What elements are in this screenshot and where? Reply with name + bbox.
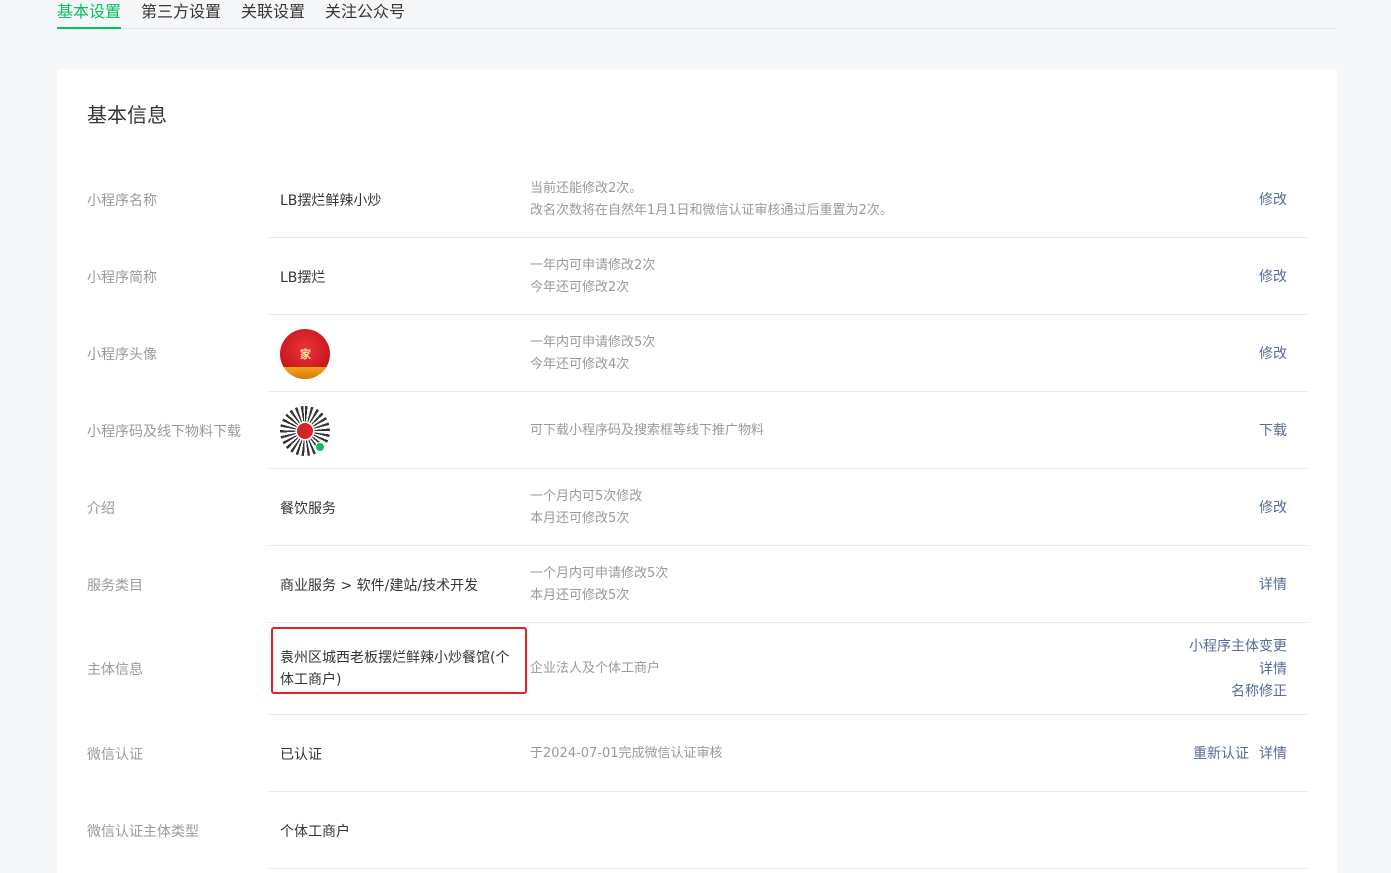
row-label: 微信认证 — [87, 746, 143, 763]
row-value: LB摆烂鲜辣小炒 — [280, 192, 382, 209]
desc-line-1: 可下载小程序码及搜索框等线下推广物料 — [530, 422, 765, 438]
row-entity-info: 主体信息 袁州区城西老板摆烂鲜辣小炒餐馆(个体工商户) 企业法人及个体工商户 小… — [57, 623, 1337, 715]
qr-center-logo — [297, 422, 313, 439]
tab-third-party-settings[interactable]: 第三方设置 — [141, 0, 221, 29]
mini-program-code-icon — [280, 405, 330, 456]
row-verification-entity-type: 微信认证主体类型 个体工商户 — [57, 792, 1337, 869]
tab-linked-settings[interactable]: 关联设置 — [241, 0, 305, 29]
row-qr-code: 小程序码及线下物料下载 可下载小程序码及搜索框等线下推广物料 下载 — [57, 392, 1337, 469]
desc-line-1: 当前还能修改2次。 — [530, 180, 643, 196]
modify-name-link[interactable]: 修改 — [1259, 188, 1287, 211]
modify-avatar-link[interactable]: 修改 — [1259, 342, 1287, 365]
row-description: 一年内可申请修改2次 今年还可修改2次 — [530, 255, 655, 299]
desc-line-1: 企业法人及个体工商户 — [530, 661, 661, 676]
entity-details-link[interactable]: 详情 — [1189, 658, 1287, 681]
desc-line-1: 一年内可申请修改2次 — [530, 257, 656, 273]
tab-follow-official-account[interactable]: 关注公众号 — [325, 0, 405, 29]
row-value: 已认证 — [280, 746, 322, 763]
row-value: LB摆烂 — [280, 269, 326, 286]
row-actions: 下载 — [1259, 419, 1287, 442]
row-value: 餐饮服务 — [280, 500, 336, 517]
row-service-category: 服务类目 商业服务 > 软件/建站/技术开发 一个月内可申请修改5次 本月还可修… — [57, 546, 1337, 623]
row-label: 介绍 — [87, 500, 115, 517]
row-description: 企业法人及个体工商户 — [530, 658, 660, 680]
row-value: 商业服务 > 软件/建站/技术开发 — [280, 577, 479, 594]
name-correction-link[interactable]: 名称修正 — [1189, 680, 1287, 703]
desc-line-2: 今年还可修改2次 — [530, 279, 630, 295]
row-label: 微信认证主体类型 — [87, 823, 199, 840]
reverify-link[interactable]: 重新认证 — [1193, 742, 1249, 765]
desc-line-2: 改名次数将在自然年1月1日和微信认证审核通过后重置为2次。 — [530, 202, 893, 218]
row-label: 主体信息 — [87, 662, 143, 678]
top-tabs: 基本设置 第三方设置 关联设置 关注公众号 — [57, 0, 1337, 29]
row-actions: 修改 — [1259, 342, 1287, 365]
row-description: 当前还能修改2次。 改名次数将在自然年1月1日和微信认证审核通过后重置为2次。 — [530, 178, 893, 222]
row-description: 可下载小程序码及搜索框等线下推广物料 — [530, 420, 764, 442]
row-actions: 修改 — [1259, 265, 1287, 288]
entity-name: 袁州区城西老板摆烂鲜辣小炒餐馆(个体工商户) — [280, 650, 510, 688]
row-avatar: 小程序头像 家 一年内可申请修改5次 今年还可修改4次 修改 — [57, 315, 1337, 392]
modify-short-name-link[interactable]: 修改 — [1259, 265, 1287, 288]
row-description: 于2024-07-01完成微信认证审核 — [530, 743, 723, 765]
card-title: 基本信息 — [87, 103, 167, 127]
desc-line-2: 本月还可修改5次 — [530, 510, 630, 526]
row-wechat-verification: 微信认证 已认证 于2024-07-01完成微信认证审核 重新认证 详情 — [57, 715, 1337, 792]
desc-line-1: 于2024-07-01完成微信认证审核 — [530, 745, 723, 761]
row-short-name: 小程序简称 LB摆烂 一年内可申请修改2次 今年还可修改2次 修改 — [57, 238, 1337, 315]
desc-line-1: 一个月内可5次修改 — [530, 488, 643, 504]
row-mini-program-name: 小程序名称 LB摆烂鲜辣小炒 当前还能修改2次。 改名次数将在自然年1月1日和微… — [57, 161, 1337, 238]
row-description: 一个月内可5次修改 本月还可修改5次 — [530, 486, 642, 530]
row-actions: 小程序主体变更 详情 名称修正 — [1189, 635, 1287, 703]
row-label: 小程序码及线下物料下载 — [87, 423, 241, 440]
verification-details-link[interactable]: 详情 — [1259, 742, 1287, 765]
row-introduction: 介绍 餐饮服务 一个月内可5次修改 本月还可修改5次 修改 — [57, 469, 1337, 546]
category-details-link[interactable]: 详情 — [1259, 573, 1287, 596]
row-description: 一年内可申请修改5次 今年还可修改4次 — [530, 332, 655, 376]
row-label: 小程序头像 — [87, 346, 157, 363]
row-actions: 修改 — [1259, 188, 1287, 211]
row-actions: 修改 — [1259, 496, 1287, 519]
avatar-bottom-band — [280, 366, 330, 379]
row-divider — [269, 868, 1307, 869]
verified-badge-icon — [315, 441, 325, 452]
row-label: 小程序名称 — [87, 192, 157, 209]
modify-intro-link[interactable]: 修改 — [1259, 496, 1287, 519]
row-actions: 详情 — [1259, 573, 1287, 596]
desc-line-1: 一年内可申请修改5次 — [530, 334, 656, 350]
basic-info-card: 基本信息 小程序名称 LB摆烂鲜辣小炒 当前还能修改2次。 改名次数将在自然年1… — [57, 69, 1337, 873]
avatar-logo-text: 家 — [300, 347, 311, 361]
download-link[interactable]: 下载 — [1259, 419, 1287, 442]
desc-line-1: 一个月内可申请修改5次 — [530, 565, 669, 581]
row-value: 个体工商户 — [280, 823, 350, 840]
entity-change-link[interactable]: 小程序主体变更 — [1189, 635, 1287, 658]
mini-program-avatar: 家 — [280, 328, 330, 379]
desc-line-2: 本月还可修改5次 — [530, 587, 630, 603]
row-label: 服务类目 — [87, 577, 143, 594]
tab-basic-settings[interactable]: 基本设置 — [57, 0, 121, 29]
row-label: 小程序简称 — [87, 269, 157, 286]
row-actions: 重新认证 详情 — [1183, 742, 1287, 765]
row-description: 一个月内可申请修改5次 本月还可修改5次 — [530, 563, 668, 607]
desc-line-2: 今年还可修改4次 — [530, 356, 630, 372]
